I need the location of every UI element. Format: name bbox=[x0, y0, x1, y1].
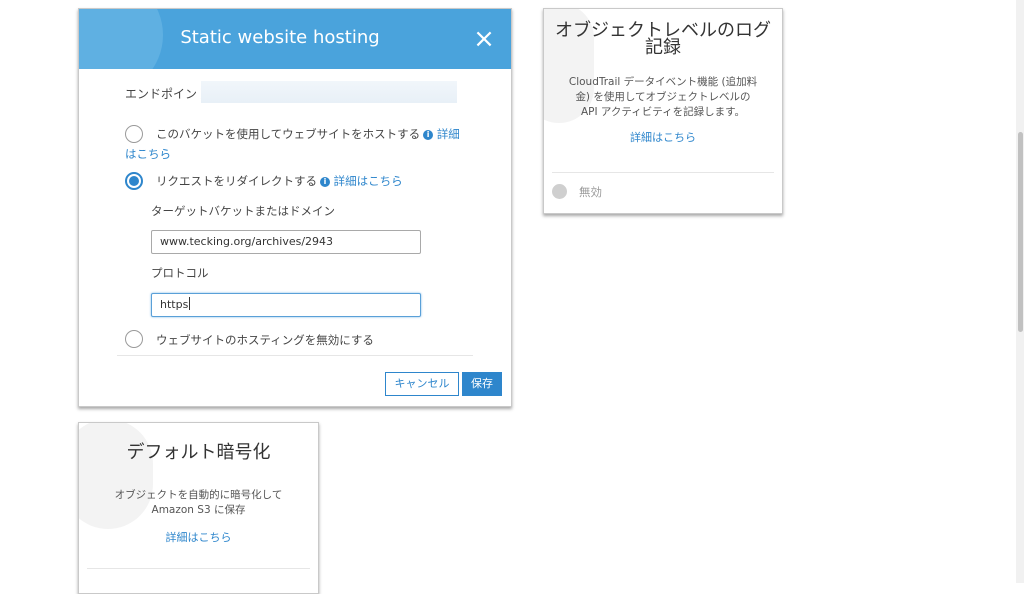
learn-more-link[interactable]: 詳細はこちら bbox=[79, 529, 318, 545]
info-icon[interactable]: i bbox=[320, 177, 330, 187]
divider bbox=[552, 172, 774, 173]
protocol-value: https bbox=[160, 298, 189, 311]
divider bbox=[117, 355, 473, 356]
target-bucket-label: ターゲットバケットまたはドメイン bbox=[151, 204, 335, 218]
option-redirect-requests: リクエストをリダイレクトする i 詳細はこちら bbox=[156, 173, 403, 189]
object-level-logging-card[interactable]: オブジェクトレベルのログ 記録 CloudTrail データイベント機能 (追加… bbox=[543, 8, 783, 214]
dialog-title: Static website hosting bbox=[180, 27, 380, 48]
card-desc-line1: オブジェクトを自動的に暗号化して bbox=[114, 489, 283, 501]
card-desc-line2: 金) を使用してオブジェクトレベルの bbox=[575, 91, 751, 103]
protocol-input[interactable]: https bbox=[151, 293, 421, 317]
status-disabled-dot-icon bbox=[552, 184, 567, 199]
card-desc-line2: Amazon S3 に保存 bbox=[151, 504, 246, 516]
target-bucket-value: www.tecking.org/archives/2943 bbox=[160, 235, 334, 248]
static-website-hosting-dialog: Static website hosting × エンドポイント: このバケット… bbox=[78, 8, 512, 407]
learn-more-link-host-cont[interactable]: はこちら bbox=[125, 147, 171, 161]
protocol-label: プロトコル bbox=[151, 266, 209, 280]
learn-more-link-host[interactable]: 詳細 bbox=[437, 127, 460, 141]
endpoint-value bbox=[201, 81, 457, 103]
card-description: CloudTrail データイベント機能 (追加料 金) を使用してオブジェクト… bbox=[544, 75, 782, 120]
learn-more-link-redirect[interactable]: 詳細はこちら bbox=[334, 174, 403, 188]
card-description: オブジェクトを自動的に暗号化して Amazon S3 に保存 bbox=[79, 488, 318, 518]
default-encryption-card[interactable]: デフォルト暗号化 オブジェクトを自動的に暗号化して Amazon S3 に保存 … bbox=[78, 422, 319, 594]
card-desc-line3: API アクティビティを記録します。 bbox=[580, 106, 746, 118]
target-bucket-input[interactable]: www.tecking.org/archives/2943 bbox=[151, 230, 421, 254]
divider bbox=[87, 568, 310, 569]
info-icon[interactable]: i bbox=[423, 130, 434, 140]
radio-host-website[interactable] bbox=[125, 125, 143, 143]
endpoint-label: エンドポイント: bbox=[125, 87, 214, 101]
option-host-website: このバケットを使用してウェブサイトをホストする i 詳細 bbox=[156, 126, 460, 142]
scrollbar-thumb[interactable] bbox=[1018, 132, 1023, 332]
option-redirect-label: リクエストをリダイレクトする bbox=[156, 174, 317, 188]
status-label: 無効 bbox=[579, 185, 602, 199]
close-icon[interactable]: × bbox=[473, 26, 495, 52]
card-desc-line1: CloudTrail データイベント機能 (追加料 bbox=[568, 76, 758, 88]
learn-more-link[interactable]: 詳細はこちら bbox=[544, 129, 782, 145]
option-host-website-link-cont: はこちら bbox=[125, 146, 171, 162]
cancel-button[interactable]: キャンセル bbox=[385, 372, 459, 396]
card-title: デフォルト暗号化 bbox=[126, 442, 271, 463]
save-button[interactable]: 保存 bbox=[462, 372, 502, 396]
text-caret bbox=[189, 297, 191, 310]
radio-redirect-requests[interactable] bbox=[125, 172, 143, 190]
dialog-header: Static website hosting × bbox=[79, 9, 511, 69]
card-title-line2: 記録 bbox=[645, 37, 681, 58]
option-host-website-label: このバケットを使用してウェブサイトをホストする bbox=[156, 127, 421, 141]
radio-disable-hosting[interactable] bbox=[125, 330, 143, 348]
option-disable-hosting: ウェブサイトのホスティングを無効にする bbox=[156, 333, 374, 347]
